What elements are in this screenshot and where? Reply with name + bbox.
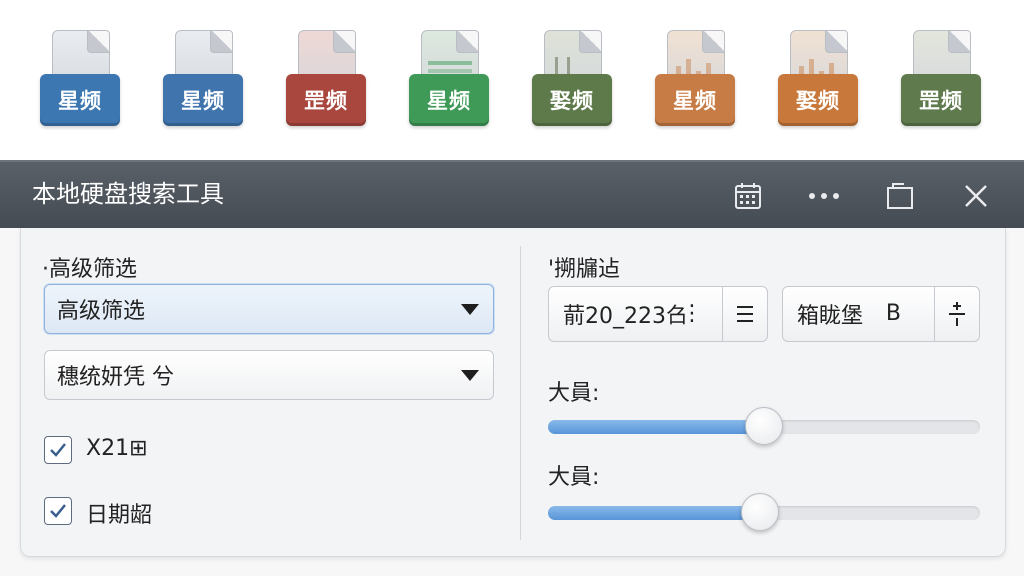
file-type-label: 星频 [655,74,735,126]
secondary-filter-dropdown[interactable]: 穗统妍凭 兮 [44,350,494,400]
dropdown-value: 高级筛选 [57,299,146,324]
calendar-icon[interactable] [728,176,768,216]
field-value: 葥20_223𠮥 [563,304,688,329]
menu-icon[interactable] [722,287,767,341]
column-divider [520,246,521,540]
chevron-down-icon [461,370,479,381]
file-type-label: 星频 [163,74,243,126]
right-section-label: '搠牖迠 [548,257,621,282]
close-icon[interactable] [956,176,996,216]
size-slider-label: 大員: [548,381,600,406]
stepper-icon[interactable] [934,287,979,341]
checkmark-icon [50,504,66,518]
checkbox-1-label: X21⊞ [86,436,148,461]
field-extra: ⋮ [681,301,703,326]
dialog-titlebar: 本地硬盘搜索工具 [0,160,1024,228]
file-icon[interactable]: 星频 [40,30,120,130]
size-slider-label-2: 大員: [548,465,600,490]
file-icon[interactable]: 罡频 [286,30,366,130]
window-title: 本地硬盘搜索工具 [32,180,224,208]
slider-thumb[interactable] [740,493,779,531]
restore-icon[interactable] [880,176,920,216]
date-range-field[interactable]: 葥20_223𠮥 ⋮ [548,286,768,342]
slider-fill [548,420,764,434]
checkbox-2-label: 日期龆 [86,503,153,528]
file-type-label: 星频 [40,74,120,126]
file-type-label: 星频 [409,74,489,126]
file-icon[interactable]: 星频 [409,30,489,130]
file-type-label: 罡频 [286,74,366,126]
file-icon-strip: 星频 星频 罡频 星频 娶频 星频 娶频 罡频 [0,0,1024,160]
sort-field[interactable]: 箱眬堡 B [782,286,980,342]
chevron-down-icon [461,304,479,315]
checkmark-icon [50,443,66,457]
file-type-label: 罡频 [901,74,981,126]
checkbox-1[interactable] [44,436,72,464]
file-icon[interactable]: 星频 [655,30,735,130]
advanced-filter-label: ·高级筛选 [42,257,137,282]
file-type-label: 娶频 [778,74,858,126]
slider-thumb[interactable] [745,407,783,445]
dropdown-value: 穗统妍凭 兮 [57,365,174,390]
checkbox-2[interactable] [44,497,72,525]
slider-fill [548,506,760,520]
more-icon[interactable] [804,176,844,216]
file-icon[interactable]: 罡频 [901,30,981,130]
size-slider-1[interactable] [548,407,980,445]
file-type-label: 娶频 [532,74,612,126]
file-icon[interactable]: 娶频 [532,30,612,130]
advanced-filter-dropdown[interactable]: 高级筛选 [44,284,494,334]
size-slider-2[interactable] [548,493,980,531]
file-icon[interactable]: 星频 [163,30,243,130]
field-extra: B [885,301,901,326]
file-icon[interactable]: 娶频 [778,30,858,130]
field-value: 箱眬堡 [797,304,864,329]
